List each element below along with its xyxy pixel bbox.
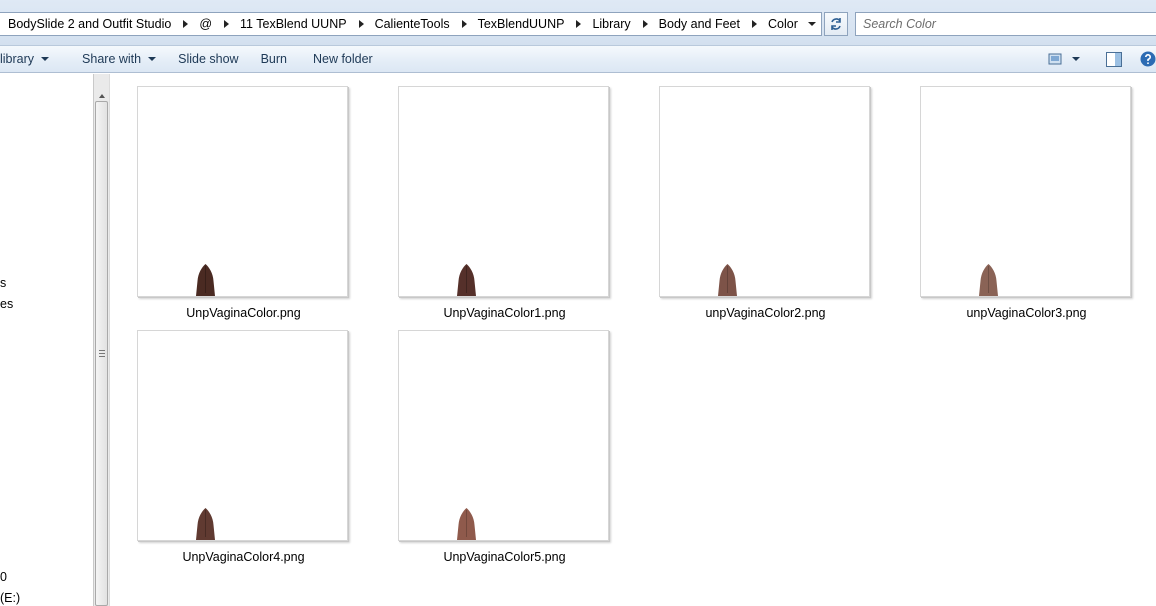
chevron-down-icon bbox=[41, 57, 50, 61]
file-item[interactable]: UnpVaginaColor4.png bbox=[111, 318, 371, 564]
preview-pane-icon bbox=[1106, 51, 1122, 67]
file-name: UnpVaginaColor4.png bbox=[182, 550, 305, 564]
chevron-down-icon bbox=[148, 57, 157, 61]
file-thumbnail bbox=[659, 86, 870, 297]
burn-button[interactable]: Burn bbox=[253, 46, 295, 72]
file-item[interactable]: UnpVaginaColor.png bbox=[111, 74, 371, 320]
nav-item[interactable]: s bbox=[0, 276, 6, 290]
breadcrumb-arrow-icon[interactable] bbox=[576, 20, 582, 28]
navigation-pane[interactable]: s es 0 (E:) bbox=[0, 74, 93, 606]
share-with-button[interactable]: Share with bbox=[74, 46, 164, 72]
slide-show-label: Slide show bbox=[178, 52, 239, 66]
breadcrumb-arrow-icon[interactable] bbox=[751, 20, 757, 28]
texture-preview-shape bbox=[979, 264, 998, 296]
share-with-label: Share with bbox=[82, 52, 142, 66]
breadcrumb-arrow-icon[interactable] bbox=[183, 20, 189, 28]
refresh-button[interactable] bbox=[824, 12, 848, 36]
change-view-button[interactable] bbox=[1042, 46, 1086, 72]
breadcrumb-item[interactable]: BodySlide 2 and Outfit Studio bbox=[7, 17, 172, 31]
grip-icon bbox=[99, 350, 105, 357]
scrollbar-thumb[interactable] bbox=[95, 101, 108, 606]
address-history-button[interactable] bbox=[803, 13, 821, 35]
file-thumbnail bbox=[137, 330, 348, 541]
slide-show-button[interactable]: Slide show bbox=[170, 46, 246, 72]
help-icon bbox=[1140, 51, 1156, 67]
file-item[interactable]: UnpVaginaColor5.png bbox=[372, 318, 632, 564]
file-item[interactable]: unpVaginaColor2.png bbox=[633, 74, 893, 320]
burn-label: Burn bbox=[260, 52, 287, 66]
breadcrumb-arrow-icon[interactable] bbox=[642, 20, 648, 28]
nav-item-drive[interactable]: (E:) bbox=[0, 591, 20, 605]
scroll-up-button[interactable] bbox=[94, 91, 109, 101]
file-thumbnail bbox=[398, 86, 609, 297]
breadcrumb-item[interactable]: 11 TexBlend UUNP bbox=[239, 17, 348, 31]
file-name: UnpVaginaColor5.png bbox=[443, 550, 566, 564]
file-list: UnpVaginaColor.png UnpVaginaColor1.png u… bbox=[111, 74, 1156, 606]
breadcrumb-arrow-icon[interactable] bbox=[224, 20, 230, 28]
preview-pane-button[interactable] bbox=[1100, 46, 1128, 72]
texture-preview-shape bbox=[196, 264, 215, 296]
command-bar-right bbox=[1042, 46, 1156, 72]
include-in-library-button[interactable]: library bbox=[0, 46, 57, 72]
texture-preview-shape bbox=[457, 264, 476, 296]
search-input[interactable] bbox=[856, 13, 1156, 35]
breadcrumb-item-current[interactable]: Color bbox=[767, 17, 799, 31]
texture-preview-shape bbox=[718, 264, 737, 296]
file-thumbnail bbox=[137, 86, 348, 297]
chevron-down-icon bbox=[808, 22, 816, 26]
file-name: unpVaginaColor2.png bbox=[705, 306, 826, 320]
refresh-icon bbox=[831, 18, 841, 30]
search-box[interactable] bbox=[855, 12, 1156, 36]
nav-item[interactable]: es bbox=[0, 297, 13, 311]
file-item[interactable]: unpVaginaColor3.png bbox=[894, 74, 1154, 320]
breadcrumb-arrow-icon[interactable] bbox=[461, 20, 467, 28]
breadcrumb-item[interactable]: @ bbox=[198, 17, 213, 31]
file-name: unpVaginaColor3.png bbox=[966, 306, 1087, 320]
change-view-icon bbox=[1048, 53, 1062, 65]
nav-item[interactable]: 0 bbox=[0, 570, 7, 584]
new-folder-button[interactable]: New folder bbox=[305, 46, 381, 72]
command-bar: library Share with Slide show Burn New f… bbox=[0, 46, 1156, 73]
breadcrumb: BodySlide 2 and Outfit Studio @ 11 TexBl… bbox=[0, 13, 803, 35]
breadcrumb-arrow-icon[interactable] bbox=[358, 20, 364, 28]
new-folder-label: New folder bbox=[312, 52, 373, 66]
file-thumbnail bbox=[398, 330, 609, 541]
help-button[interactable] bbox=[1134, 46, 1156, 72]
address-bar[interactable]: BodySlide 2 and Outfit Studio @ 11 TexBl… bbox=[0, 12, 822, 36]
breadcrumb-item[interactable]: Library bbox=[591, 17, 631, 31]
include-in-library-label: library bbox=[0, 52, 35, 66]
breadcrumb-item[interactable]: CalienteTools bbox=[374, 17, 451, 31]
texture-preview-shape bbox=[196, 508, 215, 540]
file-item[interactable]: UnpVaginaColor1.png bbox=[372, 74, 632, 320]
navigation-scrollbar[interactable] bbox=[93, 74, 110, 606]
chevron-down-icon bbox=[1072, 57, 1080, 61]
file-thumbnail bbox=[920, 86, 1131, 297]
breadcrumb-item[interactable]: TexBlendUUNP bbox=[477, 17, 566, 31]
address-toolbar: BodySlide 2 and Outfit Studio @ 11 TexBl… bbox=[0, 0, 1156, 46]
breadcrumb-item[interactable]: Body and Feet bbox=[658, 17, 741, 31]
chevron-up-icon bbox=[98, 94, 105, 98]
texture-preview-shape bbox=[457, 508, 476, 540]
